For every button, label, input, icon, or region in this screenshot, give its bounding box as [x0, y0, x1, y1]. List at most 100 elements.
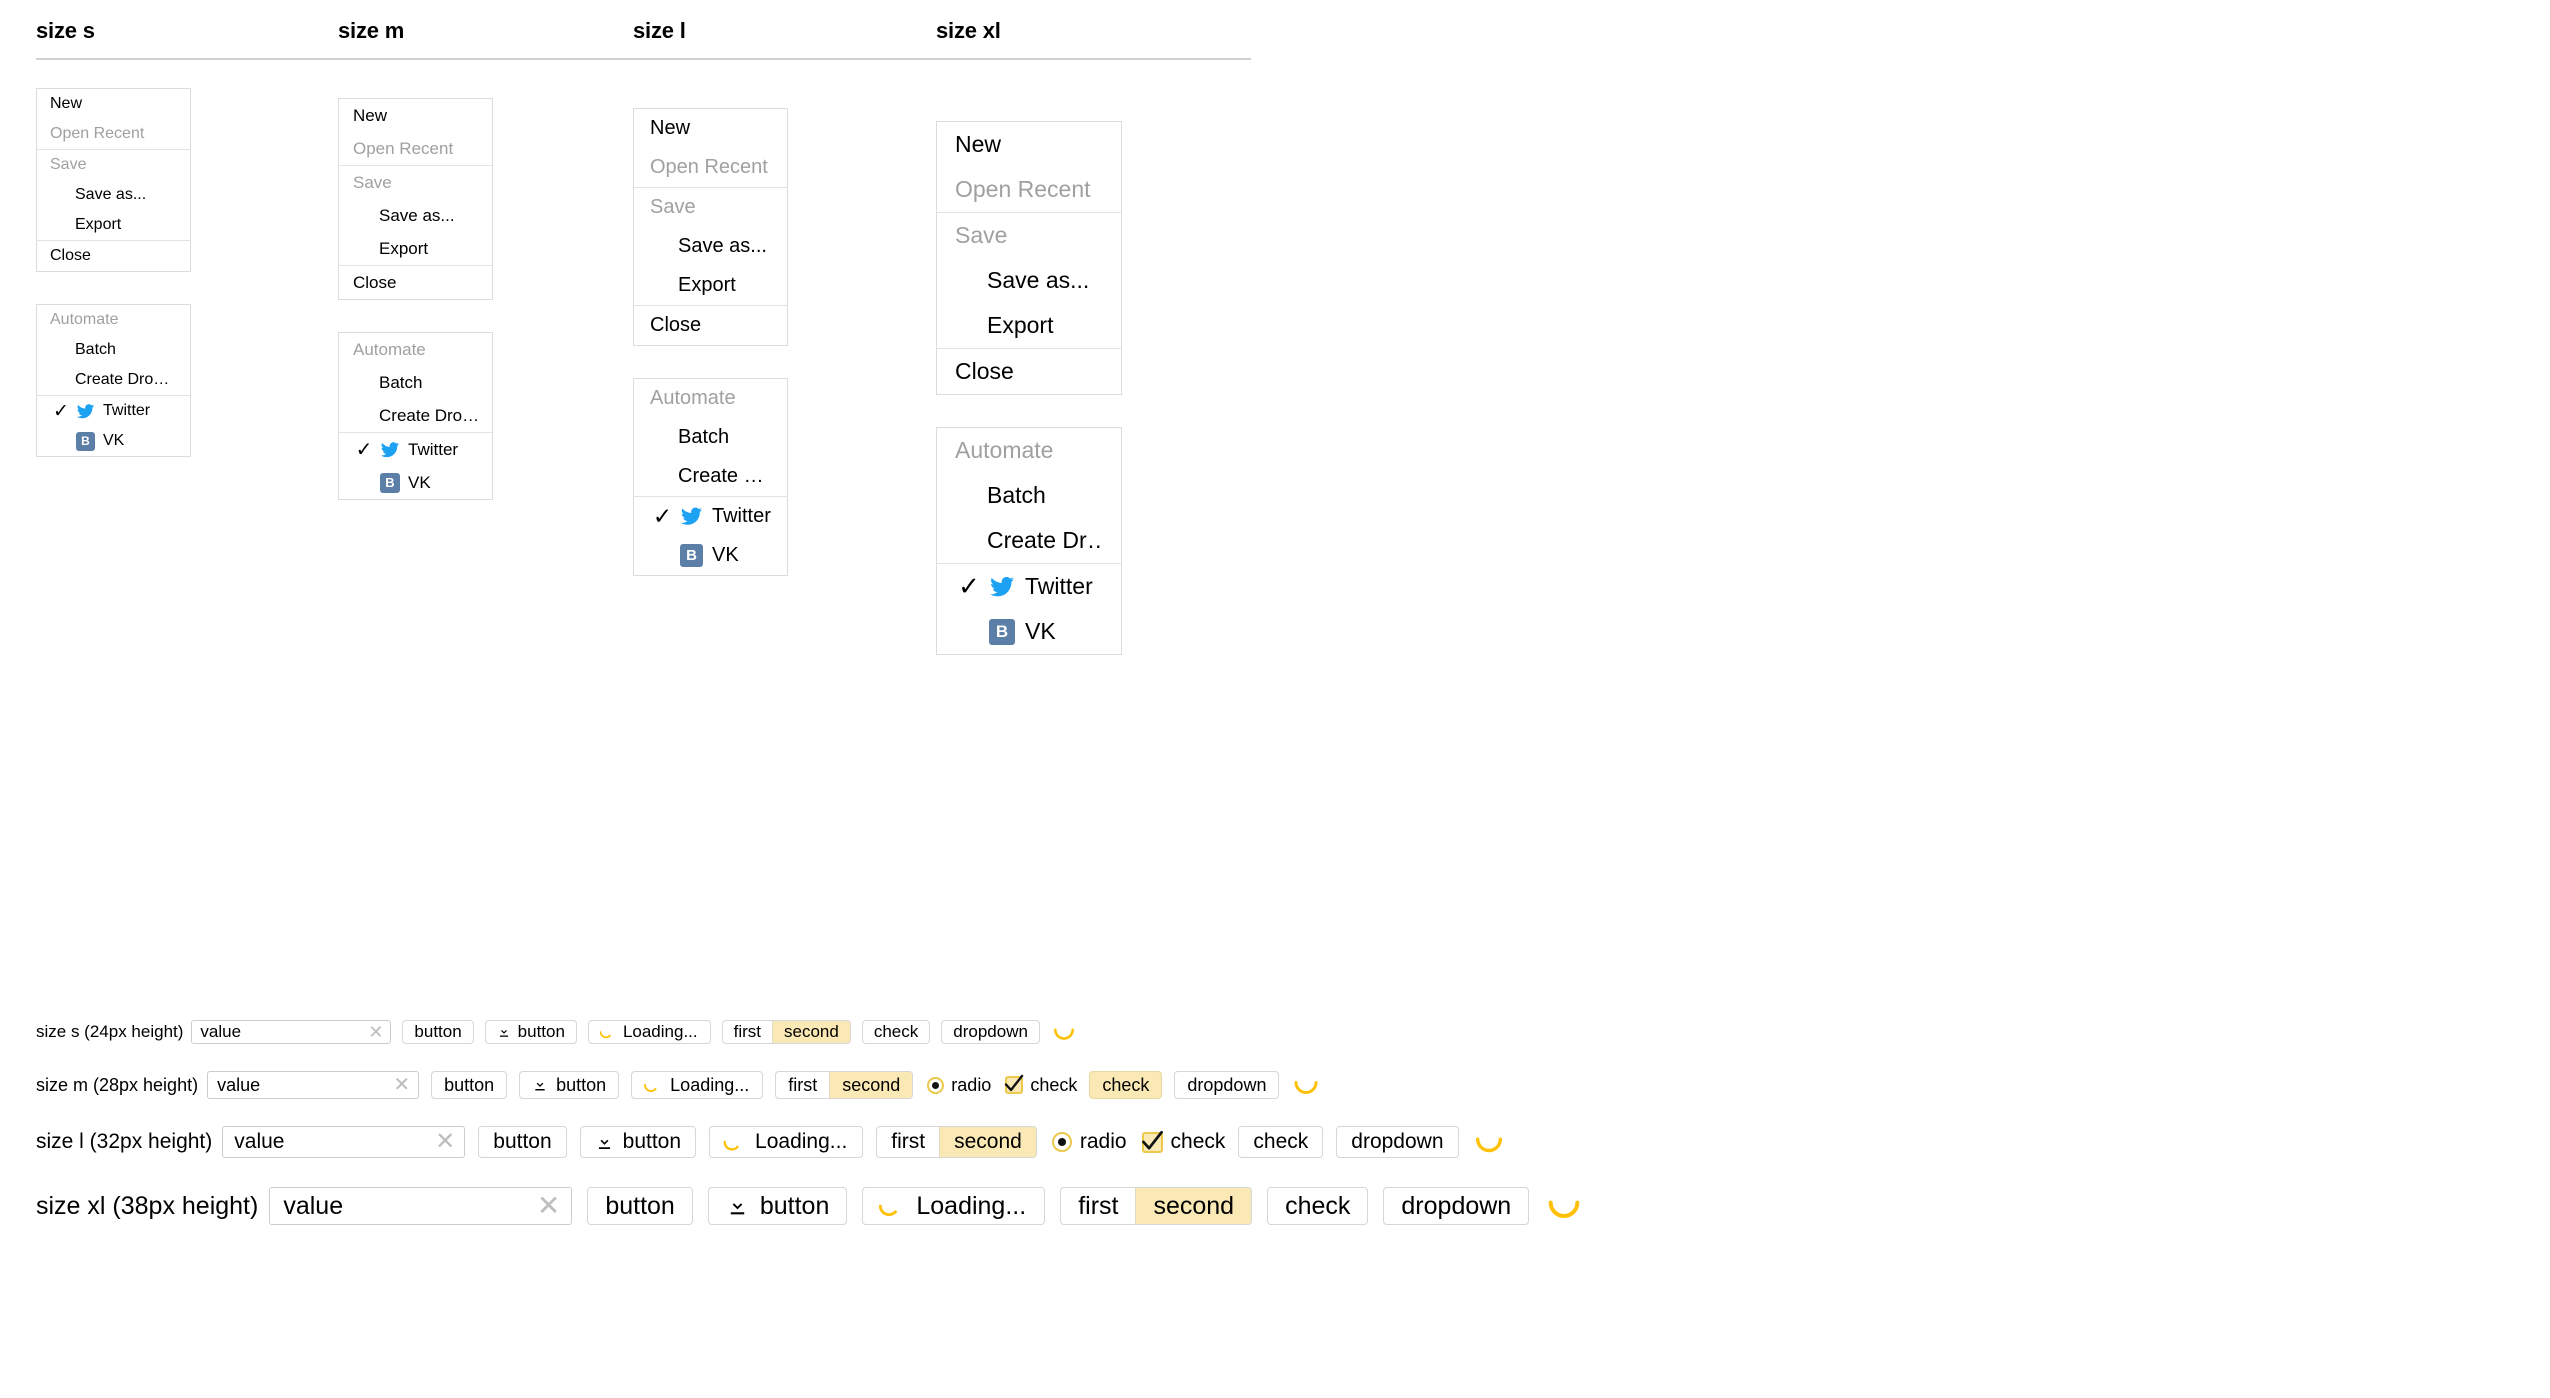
- menu-item-vk[interactable]: B VK: [339, 466, 492, 499]
- menu-item-save-as[interactable]: Save as...: [634, 227, 787, 266]
- download-icon: [595, 1133, 614, 1152]
- menu-item-label: Save: [353, 172, 392, 192]
- menu-item-automate[interactable]: Automate: [339, 333, 492, 366]
- menu-item-open-recent[interactable]: Open Recent: [37, 119, 190, 149]
- text-input-m[interactable]: value ✕: [207, 1071, 420, 1099]
- menu-item-twitter[interactable]: ✓ Twitter: [37, 396, 190, 426]
- menu-item-export[interactable]: Export: [937, 303, 1121, 348]
- segment-first[interactable]: first: [1061, 1188, 1135, 1224]
- segmented-control-s[interactable]: first second: [721, 1020, 851, 1044]
- menu-item-open-recent[interactable]: Open Recent: [937, 167, 1121, 212]
- loading-button-s[interactable]: Loading...: [587, 1020, 711, 1044]
- menu-group-file-2: Save Save as... Export: [937, 212, 1121, 348]
- menu-item-export[interactable]: Export: [339, 232, 492, 265]
- close-icon[interactable]: ✕: [368, 1023, 383, 1041]
- menu-item-save[interactable]: Save: [937, 213, 1121, 258]
- menu-item-batch[interactable]: Batch: [37, 335, 190, 365]
- menu-item-save[interactable]: Save: [339, 166, 492, 199]
- menu-item-new[interactable]: New: [937, 122, 1121, 167]
- menu-item-batch[interactable]: Batch: [339, 366, 492, 399]
- segment-second[interactable]: second: [1135, 1188, 1252, 1224]
- segment-first[interactable]: first: [877, 1127, 939, 1157]
- radio-m[interactable]: radio: [927, 1075, 991, 1096]
- check-button-m[interactable]: check: [1089, 1071, 1163, 1099]
- loading-button-xl[interactable]: Loading...: [862, 1187, 1046, 1225]
- menu-item-export[interactable]: Export: [37, 210, 190, 240]
- menu-item-automate[interactable]: Automate: [937, 428, 1121, 473]
- menu-item-close[interactable]: Close: [339, 266, 492, 299]
- text-input-l[interactable]: value ✕: [222, 1126, 466, 1158]
- control-row-size-s: size s (24px height) value ✕ button butt…: [36, 1020, 2516, 1044]
- loading-button-m[interactable]: Loading...: [631, 1071, 764, 1099]
- menu-item-vk[interactable]: B VK: [937, 609, 1121, 654]
- checkbox-m[interactable]: check: [1005, 1075, 1077, 1096]
- menu-item-save-as[interactable]: Save as...: [937, 258, 1121, 303]
- loading-label: Loading...: [755, 1130, 848, 1153]
- dropdown-button-s[interactable]: dropdown: [941, 1020, 1040, 1044]
- menu-item-automate[interactable]: Automate: [37, 305, 190, 335]
- twitter-icon: [680, 505, 703, 528]
- menu-item-save[interactable]: Save: [634, 188, 787, 227]
- menu-item-create-droplet[interactable]: Create Dr…: [937, 518, 1121, 563]
- check-button-l[interactable]: check: [1238, 1126, 1324, 1158]
- menu-item-vk[interactable]: B VK: [634, 536, 787, 575]
- checkbox-l[interactable]: check: [1141, 1130, 1225, 1154]
- segmented-control-m[interactable]: first second: [775, 1071, 914, 1099]
- check-button-s[interactable]: check: [861, 1020, 931, 1044]
- button-label: button: [444, 1074, 495, 1095]
- menu-group-file-3: Close: [937, 348, 1121, 394]
- radio-icon: [1051, 1132, 1072, 1152]
- menu-item-twitter[interactable]: ✓ Twitter: [937, 564, 1121, 609]
- menu-item-save-as[interactable]: Save as...: [37, 180, 190, 210]
- menu-item-new[interactable]: New: [339, 99, 492, 132]
- close-icon[interactable]: ✕: [537, 1192, 560, 1220]
- menu-item-batch[interactable]: Batch: [634, 418, 787, 457]
- download-button-xl[interactable]: button: [707, 1187, 848, 1225]
- segment-second[interactable]: second: [829, 1072, 913, 1098]
- menu-item-twitter[interactable]: ✓ Twitter: [339, 433, 492, 466]
- segment-first[interactable]: first: [776, 1072, 829, 1098]
- menu-item-close[interactable]: Close: [37, 241, 190, 271]
- dropdown-button-xl[interactable]: dropdown: [1383, 1187, 1530, 1225]
- menu-item-label: Twitter: [103, 402, 151, 419]
- menu-item-new[interactable]: New: [37, 89, 190, 119]
- radio-l[interactable]: radio: [1051, 1130, 1127, 1154]
- segmented-control-l[interactable]: first second: [876, 1126, 1037, 1158]
- dropdown-button-l[interactable]: dropdown: [1336, 1126, 1459, 1158]
- plain-button-s[interactable]: button: [402, 1020, 474, 1044]
- plain-button-m[interactable]: button: [431, 1071, 508, 1099]
- menu-item-create-droplet[interactable]: Create …: [634, 457, 787, 496]
- download-button-s[interactable]: button: [484, 1020, 577, 1044]
- dropdown-button-m[interactable]: dropdown: [1174, 1071, 1280, 1099]
- menu-item-close[interactable]: Close: [634, 306, 787, 345]
- plain-button-xl[interactable]: button: [587, 1187, 693, 1225]
- menu-item-open-recent[interactable]: Open Recent: [339, 132, 492, 165]
- menu-item-save-as[interactable]: Save as...: [339, 199, 492, 232]
- menu-item-vk[interactable]: B VK: [37, 426, 190, 456]
- menu-item-twitter[interactable]: ✓ Twitter: [634, 497, 787, 536]
- download-button-m[interactable]: button: [519, 1071, 620, 1099]
- segmented-control-xl[interactable]: first second: [1060, 1187, 1253, 1225]
- menu-item-export[interactable]: Export: [634, 266, 787, 305]
- menu-item-create-droplet[interactable]: Create Dro…: [37, 365, 190, 395]
- menu-item-automate[interactable]: Automate: [634, 379, 787, 418]
- menu-item-create-droplet[interactable]: Create Dro…: [339, 399, 492, 432]
- segment-second[interactable]: second: [772, 1021, 850, 1043]
- menu-item-new[interactable]: New: [634, 109, 787, 148]
- download-button-l[interactable]: button: [579, 1126, 697, 1158]
- segment-first[interactable]: first: [723, 1021, 772, 1043]
- download-icon: [497, 1025, 511, 1039]
- segment-second[interactable]: second: [939, 1127, 1036, 1157]
- menu-item-close[interactable]: Close: [937, 349, 1121, 394]
- loading-button-l[interactable]: Loading...: [709, 1126, 864, 1158]
- header-size-l: size l: [633, 18, 686, 43]
- close-icon[interactable]: ✕: [435, 1130, 455, 1154]
- close-icon[interactable]: ✕: [393, 1075, 410, 1095]
- text-input-s[interactable]: value ✕: [191, 1020, 392, 1044]
- menu-item-save[interactable]: Save: [37, 150, 190, 180]
- check-button-xl[interactable]: check: [1267, 1187, 1369, 1225]
- text-input-xl[interactable]: value ✕: [269, 1187, 573, 1225]
- plain-button-l[interactable]: button: [478, 1126, 567, 1158]
- menu-item-open-recent[interactable]: Open Recent: [634, 148, 787, 187]
- menu-item-batch[interactable]: Batch: [937, 473, 1121, 518]
